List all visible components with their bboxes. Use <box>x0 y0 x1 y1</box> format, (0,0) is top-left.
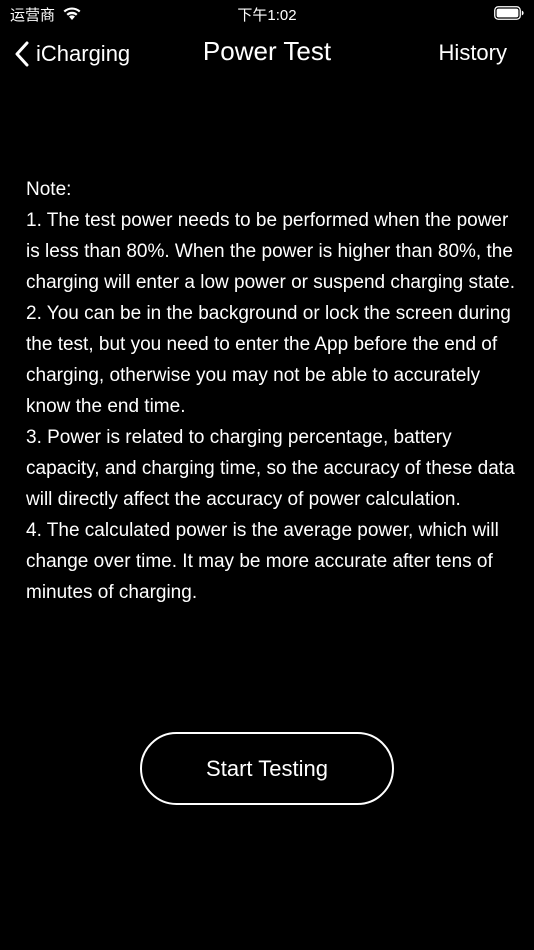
battery-icon <box>494 6 524 20</box>
note-item: 4. The calculated power is the average p… <box>26 520 499 603</box>
note-block: Note: 1. The test power needs to be perf… <box>26 174 516 608</box>
navigation-bar: iCharging Power Test History <box>0 28 534 80</box>
status-time: 下午1:02 <box>237 7 297 24</box>
note-heading: Note: <box>26 179 72 200</box>
note-item: 2. You can be in the background or lock … <box>26 303 511 417</box>
note-item: 3. Power is related to charging percenta… <box>26 427 515 510</box>
history-button[interactable]: History <box>439 40 507 66</box>
status-bar: 运营商 下午1:02 <box>0 0 534 28</box>
start-testing-button[interactable]: Start Testing <box>140 732 394 805</box>
note-item: 1. The test power needs to be performed … <box>26 210 515 293</box>
screen: 运营商 下午1:02 iCharging Power Test History <box>0 0 534 950</box>
